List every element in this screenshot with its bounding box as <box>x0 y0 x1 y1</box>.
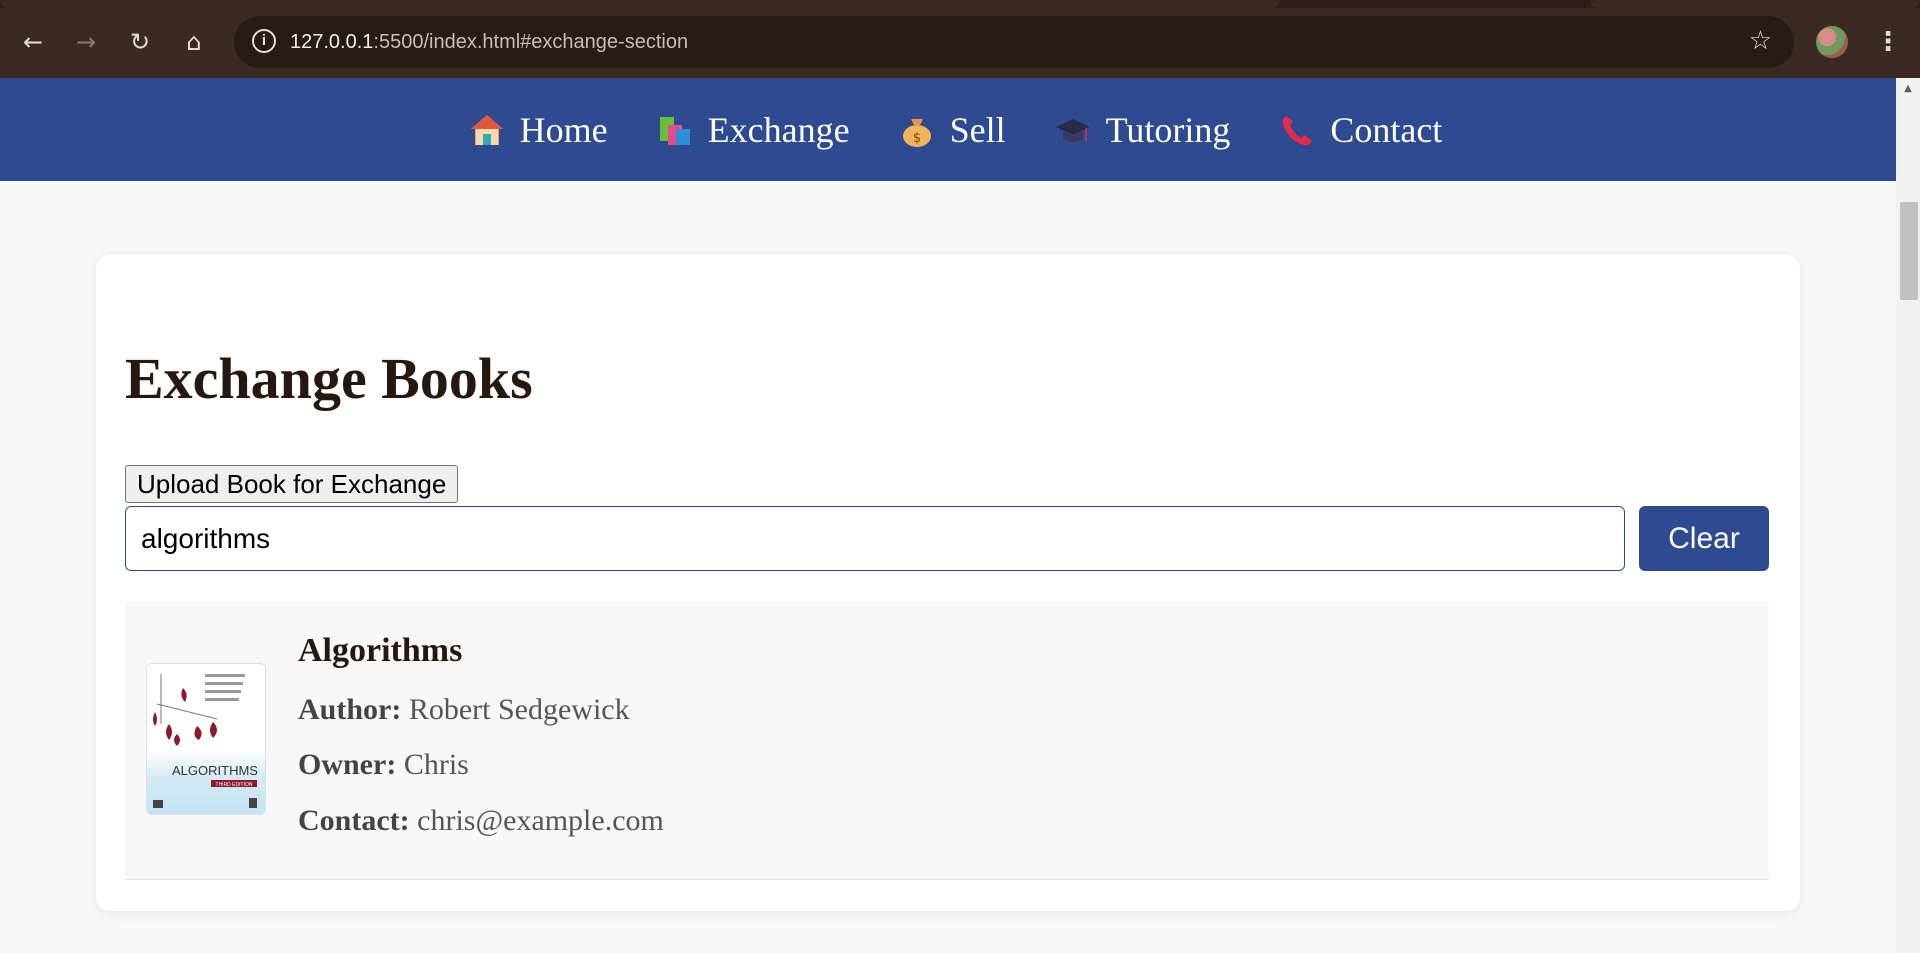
nav-label-sell: Sell <box>949 109 1006 150</box>
back-icon[interactable]: ← <box>15 24 51 60</box>
house-icon <box>468 111 506 149</box>
book-cover-image: ALGORITHMS THIRD EDITION <box>147 664 265 814</box>
book-result-item: ALGORITHMS THIRD EDITION Algorithms Auth… <box>125 602 1769 880</box>
exchange-section: Exchange Books Upload Book for Exchange … <box>96 255 1800 911</box>
tab-strip <box>0 0 1920 8</box>
page-scrollbar[interactable]: ▲ <box>1896 78 1920 953</box>
telephone-icon <box>1278 111 1316 149</box>
author-label: Author: <box>298 693 402 726</box>
upload-book-button[interactable]: Upload Book for Exchange <box>125 465 459 503</box>
url-host: 127.0.0.1 <box>290 31 374 53</box>
nav-label-exchange: Exchange <box>707 109 850 150</box>
book-owner: Owner: Chris <box>298 748 469 782</box>
forward-icon[interactable]: → <box>68 24 104 60</box>
page-viewport: Home Exchange $ Sell Tutoring Contact Ex… <box>0 78 1896 953</box>
browser-menu-icon[interactable]: ⋮ <box>1870 24 1906 60</box>
nav-item-contact[interactable]: Contact <box>1264 109 1442 151</box>
contact-label: Contact: <box>298 804 410 837</box>
site-navbar: Home Exchange $ Sell Tutoring Contact <box>0 78 1896 181</box>
cover-title: ALGORITHMS <box>172 763 258 778</box>
reload-icon[interactable]: ↻ <box>122 24 158 60</box>
money-bag-icon: $ <box>898 111 936 149</box>
url-path: :5500/index.html#exchange-section <box>373 31 689 53</box>
contact-value: chris@example.com <box>417 804 664 837</box>
bookmark-star-icon[interactable]: ☆ <box>1749 25 1772 57</box>
browser-toolbar: ← → ↻ ⌂ i 127.0.0.1:5500/index.html#exch… <box>0 0 1920 78</box>
active-tab[interactable] <box>0 0 1280 8</box>
cover-edition: THIRD EDITION <box>216 782 253 788</box>
site-info-icon[interactable]: i <box>252 29 276 53</box>
nav-item-tutoring[interactable]: Tutoring <box>1040 109 1231 151</box>
nav-label-contact: Contact <box>1330 109 1443 150</box>
nav-label-home: Home <box>519 109 608 150</box>
section-title: Exchange Books <box>125 346 533 411</box>
books-icon <box>656 111 694 149</box>
scroll-up-arrow-icon[interactable]: ▲ <box>1896 80 1920 98</box>
svg-text:$: $ <box>912 131 920 146</box>
inactive-tab[interactable] <box>1590 0 1920 8</box>
search-input[interactable] <box>125 506 1625 571</box>
scrollbar-thumb[interactable] <box>1900 202 1918 300</box>
address-bar[interactable]: i 127.0.0.1:5500/index.html#exchange-sec… <box>234 16 1794 68</box>
nav-label-tutoring: Tutoring <box>1105 109 1231 150</box>
book-title: Algorithms <box>298 632 463 669</box>
book-author: Author: Robert Sedgewick <box>298 693 630 727</box>
profile-avatar[interactable] <box>1816 26 1848 58</box>
owner-value: Chris <box>403 748 469 781</box>
url-text[interactable]: 127.0.0.1:5500/index.html#exchange-secti… <box>290 16 688 68</box>
nav-item-sell[interactable]: $ Sell <box>884 109 1006 151</box>
graduation-cap-icon <box>1054 111 1092 149</box>
nav-item-home[interactable]: Home <box>454 109 608 151</box>
owner-label: Owner: <box>298 748 397 781</box>
clear-button[interactable]: Clear <box>1639 506 1769 571</box>
author-value: Robert Sedgewick <box>408 693 630 726</box>
nav-item-exchange[interactable]: Exchange <box>642 109 850 151</box>
book-contact: Contact: chris@example.com <box>298 804 664 838</box>
home-icon[interactable]: ⌂ <box>176 24 212 60</box>
